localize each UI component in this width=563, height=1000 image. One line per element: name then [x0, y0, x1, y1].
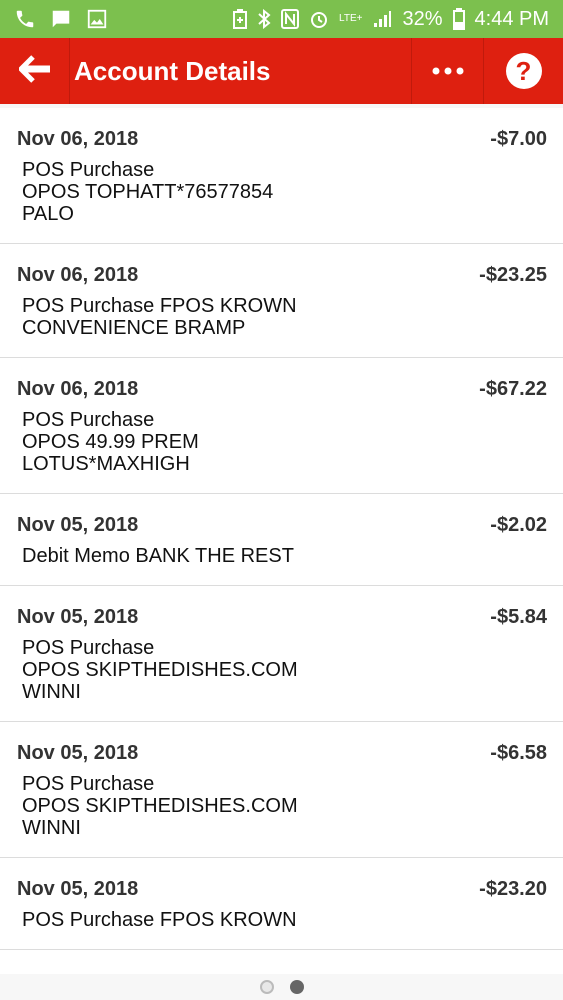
transaction-description: POS Purchase FPOS KROWN: [22, 909, 297, 931]
transaction-date: Nov 05, 2018: [17, 606, 139, 628]
status-left-icons: [14, 8, 108, 30]
transaction-amount: -$67.22: [479, 378, 547, 400]
page-title: Account Details: [74, 55, 271, 86]
image-icon: [86, 8, 108, 30]
transaction-row[interactable]: Nov 05, 2018 -$23.20 POS Purchase FPOS KRO…: [0, 858, 563, 950]
page-dot-2[interactable]: [289, 980, 304, 994]
transaction-amount: -$2.02: [490, 514, 547, 536]
more-horizontal-icon: [432, 62, 464, 80]
transaction-date: Nov 05, 2018: [17, 514, 139, 536]
transaction-description: POS Purchase FPOS KROWN CONVENIENCE BRAM…: [22, 295, 297, 339]
nfc-icon: [281, 9, 300, 29]
transaction-date: Nov 06, 2018: [17, 264, 139, 286]
transaction-row[interactable]: Nov 05, 2018 -$2.02 Debit Memo BANK THE RE…: [0, 494, 563, 586]
bluetooth-icon: [257, 9, 271, 29]
status-right-icons: LTE+ 32% 4:44 PM: [233, 8, 549, 31]
page-dot-1[interactable]: [259, 980, 274, 994]
back-arrow-icon: [16, 54, 51, 88]
message-icon: [50, 8, 72, 30]
phone-icon: [14, 8, 36, 30]
battery-saver-icon: [233, 9, 248, 29]
page-indicator: [0, 974, 563, 1000]
clock: 4:44 PM: [474, 7, 549, 30]
transaction-amount: -$6.58: [490, 742, 547, 764]
help-icon: ?: [505, 53, 542, 89]
transaction-row[interactable]: Nov 06, 2018 -$67.22 POS Purchase OPOS 49.…: [0, 358, 563, 494]
signal-icon: [372, 9, 392, 29]
transaction-row[interactable]: Nov 06, 2018 -$23.25 POS Purchase FPOS KRO…: [0, 244, 563, 358]
transaction-description: POS Purchase OPOS SKIPTHEDISHES.COM WINN…: [22, 637, 298, 703]
status-bar: LTE+ 32% 4:44 PM: [0, 0, 563, 38]
alarm-icon: [309, 9, 329, 29]
transaction-header: Nov 06, 2018 -$67.22: [17, 378, 547, 401]
transaction-amount: -$23.20: [479, 878, 547, 900]
transaction-amount: -$7.00: [490, 128, 547, 150]
transaction-date: Nov 05, 2018: [17, 878, 139, 900]
help-button[interactable]: ?: [483, 38, 563, 104]
transaction-header: Nov 06, 2018 -$7.00: [17, 128, 547, 151]
transaction-amount: -$23.25: [479, 264, 547, 286]
transaction-description: POS Purchase OPOS TOPHATT*76577854 PALO: [22, 159, 274, 225]
battery-percent: 32%: [402, 7, 443, 30]
lte-icon: LTE+: [339, 13, 363, 24]
transaction-header: Nov 05, 2018 -$6.58: [17, 742, 547, 765]
transaction-description: Debit Memo BANK THE REST: [22, 545, 294, 567]
transaction-header: Nov 06, 2018 -$23.25: [17, 264, 547, 287]
transaction-date: Nov 06, 2018: [17, 128, 139, 150]
transaction-list[interactable]: Nov 06, 2018 -$7.00 POS Purchase OPOS TOPH…: [0, 108, 563, 974]
back-button[interactable]: [0, 38, 70, 104]
transaction-description: POS Purchase OPOS 49.99 PREM LOTUS*MAXHI…: [22, 409, 199, 475]
transaction-row[interactable]: Nov 05, 2018 -$6.58 POS Purchase OPOS SKIP…: [0, 722, 563, 858]
battery-icon: [452, 8, 465, 30]
transaction-date: Nov 06, 2018: [17, 378, 139, 400]
transaction-header: Nov 05, 2018 -$2.02: [17, 514, 547, 537]
app-bar: Account Details ?: [0, 38, 563, 104]
more-options-button[interactable]: [411, 38, 483, 104]
transaction-amount: -$5.84: [490, 606, 547, 628]
transaction-row[interactable]: Nov 06, 2018 -$7.00 POS Purchase OPOS TOPH…: [0, 108, 563, 244]
transaction-date: Nov 05, 2018: [17, 742, 139, 764]
transaction-description: POS Purchase OPOS SKIPTHEDISHES.COM WINN…: [22, 773, 298, 839]
transaction-header: Nov 05, 2018 -$23.20: [17, 878, 547, 901]
transaction-header: Nov 05, 2018 -$5.84: [17, 606, 547, 629]
transaction-row[interactable]: Nov 05, 2018 -$5.84 POS Purchase OPOS SKIP…: [0, 586, 563, 722]
